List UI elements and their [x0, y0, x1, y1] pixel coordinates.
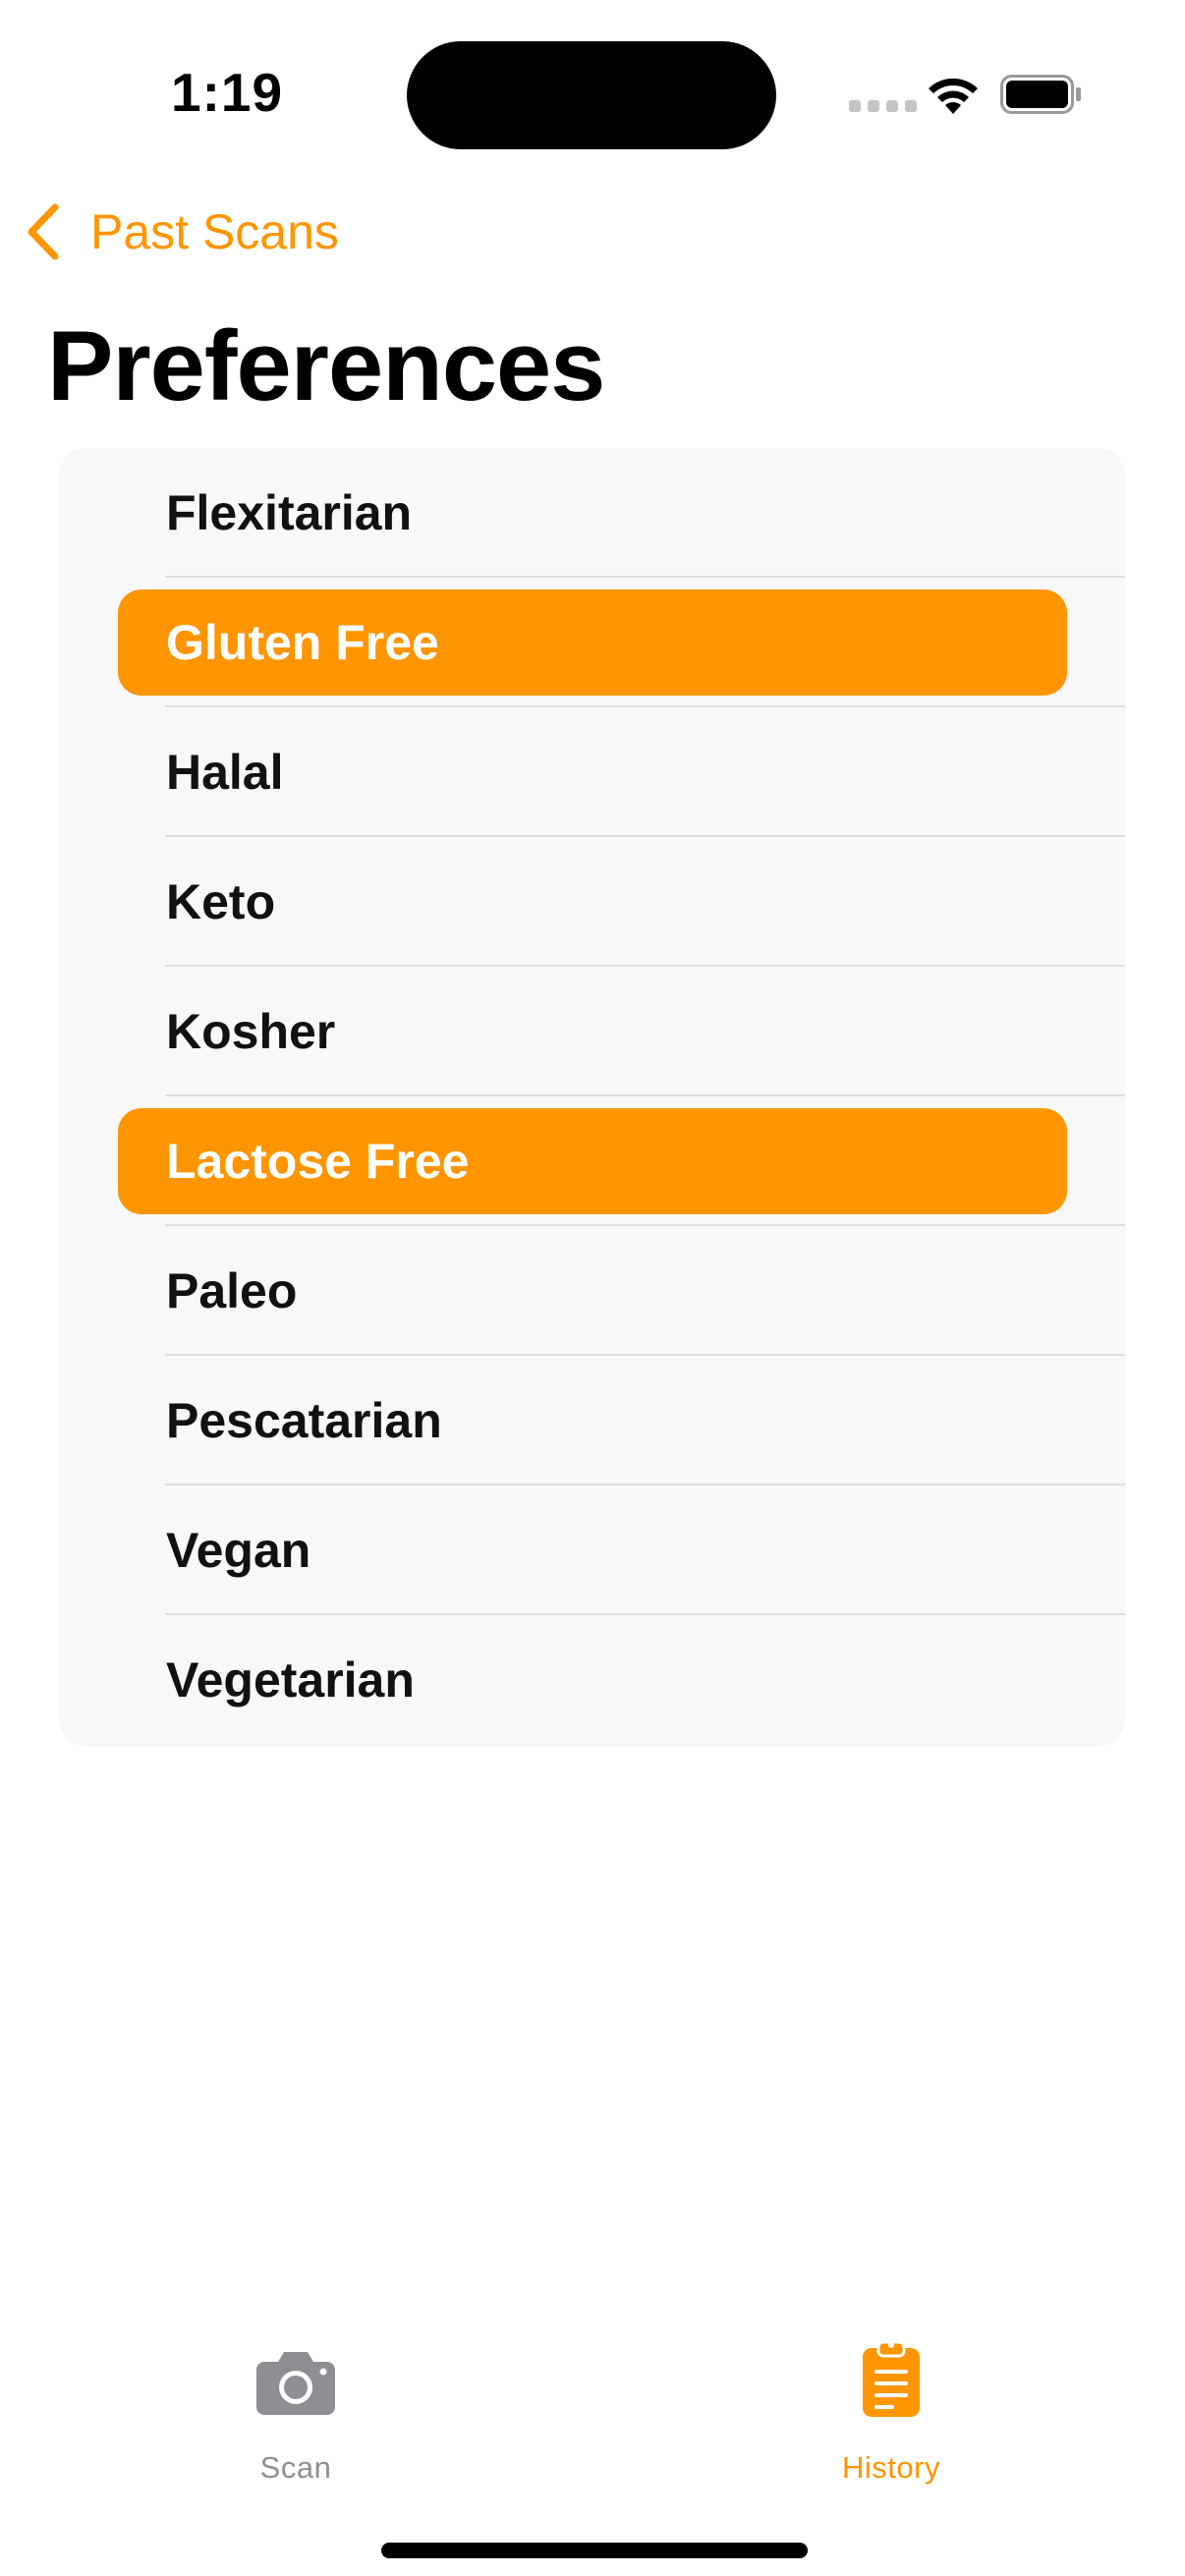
- back-button[interactable]: Past Scans: [24, 193, 339, 271]
- preference-row-gluten-free[interactable]: Gluten Free: [59, 578, 1125, 707]
- wifi-icon: [929, 78, 978, 114]
- preference-label: Vegetarian: [166, 1652, 415, 1708]
- preference-label: Pescatarian: [166, 1393, 442, 1448]
- preference-row-kosher[interactable]: Kosher: [59, 967, 1125, 1096]
- preference-label: Paleo: [166, 1263, 298, 1318]
- preference-label: Halal: [166, 745, 284, 800]
- preference-row-flexitarian[interactable]: Flexitarian: [59, 448, 1125, 578]
- back-button-label: Past Scans: [90, 204, 339, 259]
- battery-icon: [1000, 75, 1081, 114]
- preference-label: Gluten Free: [166, 615, 439, 670]
- tab-scan-label: Scan: [259, 2450, 332, 2485]
- preference-row-keto[interactable]: Keto: [59, 837, 1125, 967]
- preference-row-paleo[interactable]: Paleo: [59, 1226, 1125, 1356]
- preference-label: Vegan: [166, 1523, 311, 1578]
- preference-row-lactose-free[interactable]: Lactose Free: [59, 1096, 1125, 1226]
- preference-row-vegetarian[interactable]: Vegetarian: [59, 1615, 1125, 1745]
- preference-label: Flexitarian: [166, 485, 413, 540]
- camera-icon: [256, 2352, 335, 2415]
- chevron-left-icon: [28, 203, 59, 260]
- dynamic-island: [407, 41, 776, 149]
- clipboard-icon: [863, 2340, 920, 2417]
- preferences-list: Flexitarian Gluten Free Halal Keto Kosher Lac…: [59, 448, 1125, 1747]
- preference-row-pescatarian[interactable]: Pescatarian: [59, 1356, 1125, 1485]
- tab-history-label: History: [842, 2450, 940, 2485]
- status-time: 1:19: [171, 62, 284, 123]
- preference-row-vegan[interactable]: Vegan: [59, 1485, 1125, 1615]
- page-title: Preferences: [47, 311, 605, 421]
- preference-row-halal[interactable]: Halal: [59, 707, 1125, 837]
- tab-scan[interactable]: Scan: [178, 2348, 414, 2495]
- preference-label: Keto: [166, 874, 276, 929]
- cellular-signal-icon: [849, 100, 917, 112]
- home-indicator[interactable]: [381, 2543, 808, 2558]
- tab-history[interactable]: History: [773, 2340, 1009, 2495]
- preference-label: Lactose Free: [166, 1134, 470, 1189]
- preference-label: Kosher: [166, 1004, 336, 1059]
